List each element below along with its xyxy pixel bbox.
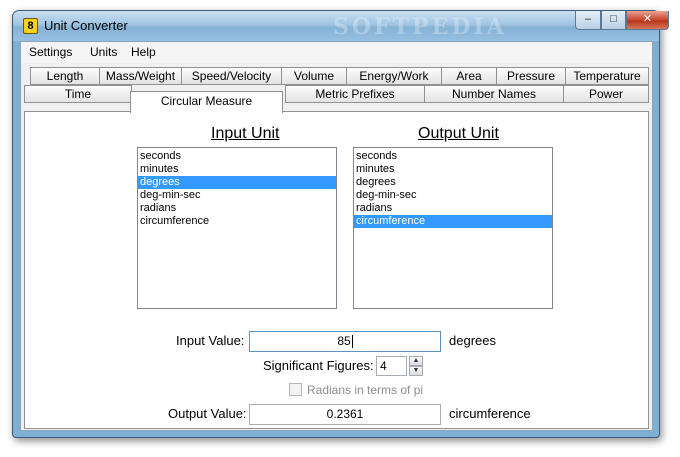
sigfig-up-button[interactable]: ▲ bbox=[409, 356, 423, 366]
input-unit-minutes[interactable]: minutes bbox=[138, 163, 336, 176]
tab-pressure[interactable]: Pressure bbox=[496, 67, 566, 85]
input-unit-title: Input Unit bbox=[211, 125, 280, 142]
output-unit-deg-min-sec[interactable]: deg-min-sec bbox=[354, 189, 552, 202]
menu-bar: Settings Units Help bbox=[21, 42, 652, 63]
input-value-label: Input Value: bbox=[176, 333, 245, 348]
output-unit-degrees[interactable]: degrees bbox=[354, 176, 552, 189]
tab-panel-circular-measure: Input Unit seconds minutes degrees deg-m… bbox=[24, 111, 649, 429]
radians-pi-label: Radians in terms of pi bbox=[307, 383, 424, 397]
app-icon[interactable]: 8 bbox=[23, 18, 38, 34]
tab-time[interactable]: Time bbox=[24, 85, 132, 103]
tab-volume[interactable]: Volume bbox=[281, 67, 347, 85]
app-window: 8 Unit Converter SOFTPEDIA – □ ✕ Setting… bbox=[12, 10, 669, 438]
input-unit-radians[interactable]: radians bbox=[138, 202, 336, 215]
minimize-button[interactable]: – bbox=[575, 11, 601, 30]
title-bar[interactable]: 8 Unit Converter SOFTPEDIA – □ ✕ bbox=[13, 11, 669, 41]
input-unit-list[interactable]: seconds minutes degrees deg-min-sec radi… bbox=[137, 147, 337, 309]
tab-metric-prefixes[interactable]: Metric Prefixes bbox=[285, 85, 425, 103]
menu-help[interactable]: Help bbox=[131, 45, 156, 59]
output-value-label: Output Value: bbox=[168, 406, 247, 421]
radians-pi-checkbox[interactable] bbox=[289, 383, 302, 396]
menu-settings[interactable]: Settings bbox=[29, 45, 72, 59]
tab-number-names[interactable]: Number Names bbox=[424, 85, 564, 103]
tab-circular-measure[interactable]: Circular Measure bbox=[130, 91, 283, 113]
text-caret bbox=[351, 335, 353, 349]
sigfig-label: Significant Figures: bbox=[263, 358, 374, 373]
input-unit-degrees[interactable]: degrees bbox=[138, 176, 336, 189]
output-unit-list[interactable]: seconds minutes degrees deg-min-sec radi… bbox=[353, 147, 553, 309]
output-value-field[interactable]: 0.2361 bbox=[249, 404, 441, 425]
window-title: Unit Converter bbox=[44, 18, 128, 33]
watermark: SOFTPEDIA bbox=[333, 14, 507, 40]
output-unit-radians[interactable]: radians bbox=[354, 202, 552, 215]
output-unit-seconds[interactable]: seconds bbox=[354, 150, 552, 163]
output-unit-circumference[interactable]: circumference bbox=[354, 215, 552, 228]
close-button[interactable]: ✕ bbox=[626, 11, 669, 30]
output-unit-readout: circumference bbox=[449, 406, 531, 421]
client-area: Settings Units Help Length Mass/Weight S… bbox=[20, 41, 653, 431]
tab-temperature[interactable]: Temperature bbox=[565, 67, 649, 85]
output-unit-title: Output Unit bbox=[418, 125, 499, 142]
input-unit-circumference[interactable]: circumference bbox=[138, 215, 336, 228]
input-unit-seconds[interactable]: seconds bbox=[138, 150, 336, 163]
sigfig-down-button[interactable]: ▼ bbox=[409, 366, 423, 376]
maximize-button[interactable]: □ bbox=[601, 11, 626, 30]
tab-mass-weight[interactable]: Mass/Weight bbox=[99, 67, 182, 85]
tab-area[interactable]: Area bbox=[441, 67, 497, 85]
input-value-field[interactable]: 85 bbox=[249, 331, 441, 352]
tab-energy-work[interactable]: Energy/Work bbox=[346, 67, 442, 85]
tab-length[interactable]: Length bbox=[30, 67, 100, 85]
output-unit-minutes[interactable]: minutes bbox=[354, 163, 552, 176]
input-unit-deg-min-sec[interactable]: deg-min-sec bbox=[138, 189, 336, 202]
sigfig-input[interactable]: 4 bbox=[376, 356, 407, 376]
input-unit-readout: degrees bbox=[449, 333, 496, 348]
tab-speed-velocity[interactable]: Speed/Velocity bbox=[181, 67, 282, 85]
menu-units[interactable]: Units bbox=[90, 45, 117, 59]
input-value-text: 85 bbox=[337, 334, 351, 348]
tab-power[interactable]: Power bbox=[563, 85, 649, 103]
